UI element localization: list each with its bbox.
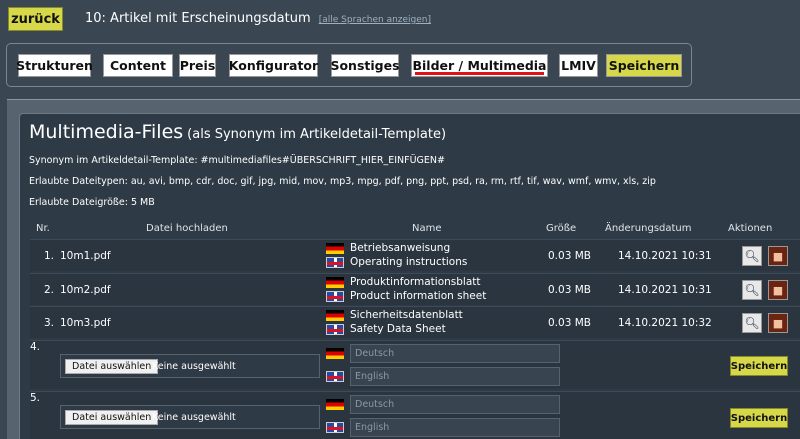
uk-flag-icon: [326, 291, 344, 302]
name-en: Operating instructions: [350, 256, 468, 268]
magnifier-icon: 🔍︎: [744, 316, 760, 330]
name-de: Betriebsanweisung: [350, 242, 451, 254]
tab-preis[interactable]: Preis: [179, 54, 216, 77]
upload-row: 5. Datei auswählen Keine ausgewählt Deut…: [30, 391, 800, 439]
trash-icon: ■: [772, 249, 784, 263]
section-heading: Multimedia-Files (als Synonym im Artikeld…: [29, 121, 446, 143]
table-header: Nr. Datei hochladen Name Größe Änderungs…: [30, 220, 800, 238]
section-subtitle: (als Synonym im Artikeldetail-Template): [187, 127, 447, 142]
top-bar: zurück 10: Artikel mit Erscheinungsdatum…: [0, 0, 800, 40]
tab-content[interactable]: Content: [103, 54, 173, 77]
header-actions: Aktionen: [728, 223, 773, 234]
german-flag-icon: [326, 243, 344, 254]
table-row: 3. 10m3.pdf Sicherheitsdatenblatt Safety…: [30, 306, 800, 338]
row-number: 1.: [44, 250, 55, 262]
row-number: 3.: [44, 317, 55, 329]
choose-file-button[interactable]: Datei auswählen: [65, 410, 159, 425]
tab-strukturen[interactable]: Strukturen: [16, 54, 93, 77]
file-name[interactable]: 10m1.pdf: [60, 250, 111, 262]
file-name[interactable]: 10m2.pdf: [60, 284, 111, 296]
row-number: 5.: [30, 392, 41, 404]
name-en-input[interactable]: English: [350, 418, 560, 437]
save-upload-button[interactable]: Speichern: [730, 408, 788, 428]
file-size: 0.03 MB: [548, 250, 591, 262]
name-de-input[interactable]: Deutsch: [350, 344, 560, 363]
header-date: Änderungsdatum: [605, 223, 692, 234]
german-flag-icon: [326, 310, 344, 321]
german-flag-icon: [326, 348, 344, 359]
back-button[interactable]: zurück: [8, 7, 63, 31]
allowed-types-info: Erlaubte Dateitypen: au, avi, bmp, cdr, …: [29, 176, 656, 187]
german-flag-icon: [326, 399, 344, 410]
magnifier-icon: 🔍︎: [744, 249, 760, 263]
name-en-input[interactable]: English: [350, 367, 560, 386]
trash-icon: ■: [772, 316, 784, 330]
file-size: 0.03 MB: [548, 284, 591, 296]
change-date: 14.10.2021 10:31: [618, 284, 712, 296]
file-input[interactable]: Datei auswählen Keine ausgewählt: [60, 405, 320, 429]
delete-button[interactable]: ■: [768, 280, 788, 300]
article-title: 10: Artikel mit Erscheinungsdatum: [85, 11, 311, 26]
synonym-info: Synonym im Artikeldetail-Template: #mult…: [29, 155, 445, 166]
magnifier-icon: 🔍︎: [744, 283, 760, 297]
german-flag-icon: [326, 277, 344, 288]
uk-flag-icon: [326, 324, 344, 335]
row-number: 2.: [44, 284, 55, 296]
page-title: 10: Artikel mit Erscheinungsdatum [alle …: [85, 11, 431, 26]
change-date: 14.10.2021 10:31: [618, 250, 712, 262]
header-upload: Datei hochladen: [146, 223, 228, 234]
uk-flag-icon: [326, 371, 344, 382]
header-name: Name: [412, 223, 442, 234]
name-en: Safety Data Sheet: [350, 323, 446, 335]
tab-lmiv[interactable]: LMIV: [559, 54, 598, 77]
tab-bar: Strukturen Content Preis Konfigurator So…: [6, 43, 692, 87]
save-tab-button[interactable]: Speichern: [606, 54, 682, 77]
upload-row: 4. Datei auswählen Keine ausgewählt Deut…: [30, 340, 800, 389]
row-number: 4.: [30, 341, 41, 353]
choose-file-button[interactable]: Datei auswählen: [65, 359, 159, 374]
no-file-label: Keine ausgewählt: [152, 361, 236, 372]
tab-konfigurator[interactable]: Konfigurator: [229, 54, 318, 77]
table-row: 1. 10m1.pdf Betriebsanweisung Operating …: [30, 239, 800, 271]
save-upload-button[interactable]: Speichern: [730, 356, 788, 376]
no-file-label: Keine ausgewählt: [152, 412, 236, 423]
allowed-size-info: Erlaubte Dateigröße: 5 MB: [29, 197, 155, 208]
preview-button[interactable]: 🔍︎: [742, 246, 762, 266]
delete-button[interactable]: ■: [768, 313, 788, 333]
preview-button[interactable]: 🔍︎: [742, 313, 762, 333]
tab-bilder-multimedia[interactable]: Bilder / Multimedia: [411, 54, 548, 77]
file-name[interactable]: 10m3.pdf: [60, 317, 111, 329]
header-nr: Nr.: [36, 223, 50, 234]
tab-sonstiges[interactable]: Sonstiges: [330, 54, 400, 77]
trash-icon: ■: [772, 283, 784, 297]
name-de: Produktinformationsblatt: [350, 276, 481, 288]
change-date: 14.10.2021 10:32: [618, 317, 712, 329]
name-de: Sicherheitsdatenblatt: [350, 309, 463, 321]
uk-flag-icon: [326, 257, 344, 268]
file-size: 0.03 MB: [548, 317, 591, 329]
name-de-input[interactable]: Deutsch: [350, 395, 560, 414]
header-size: Größe: [546, 223, 577, 234]
section-title: Multimedia-Files: [29, 121, 184, 143]
name-en: Product information sheet: [350, 290, 487, 302]
show-all-languages-link[interactable]: [alle Sprachen anzeigen]: [319, 15, 431, 25]
preview-button[interactable]: 🔍︎: [742, 280, 762, 300]
table-row: 2. 10m2.pdf Produktinformationsblatt Pro…: [30, 273, 800, 305]
delete-button[interactable]: ■: [768, 246, 788, 266]
file-input[interactable]: Datei auswählen Keine ausgewählt: [60, 354, 320, 378]
uk-flag-icon: [326, 422, 344, 433]
